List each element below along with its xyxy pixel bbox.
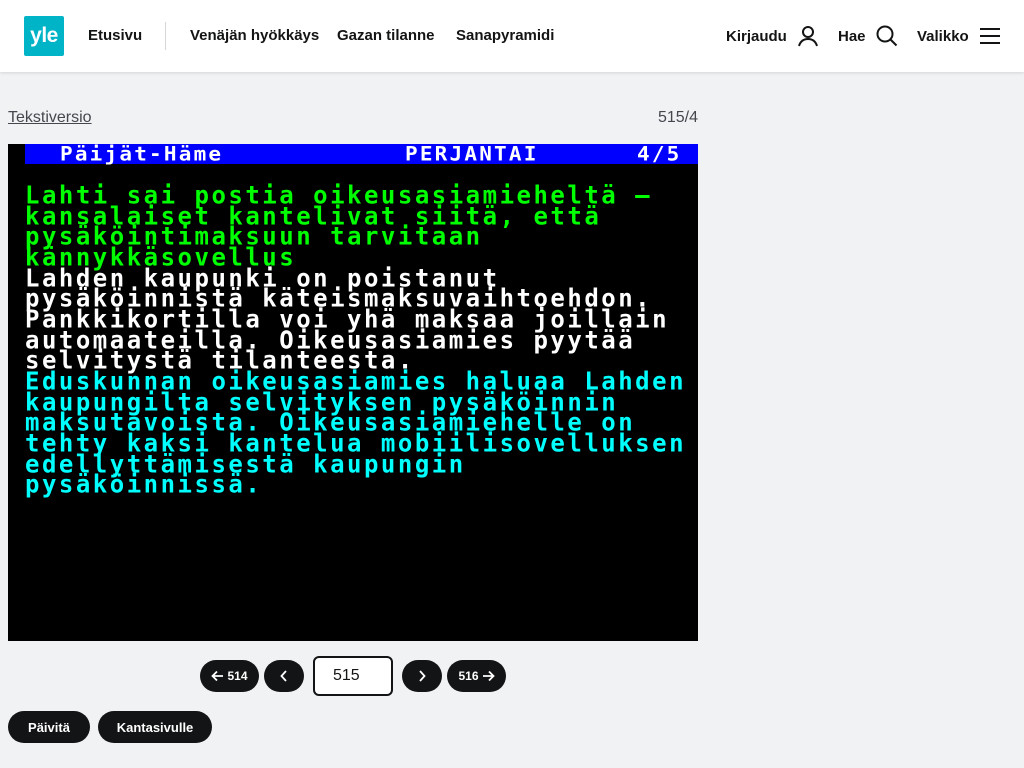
refresh-button[interactable]: Päivitä [8, 711, 90, 743]
page-id: 515/4 [657, 109, 698, 126]
prev-page-button[interactable]: 514 [200, 660, 259, 692]
menu-label: Valikko [917, 27, 969, 45]
search-icon [876, 25, 897, 47]
chevron-left-icon [280, 670, 287, 682]
teletext-day: PERJANTAI [405, 144, 539, 166]
arrow-right-icon [482, 670, 495, 682]
search-label: Hae [838, 27, 866, 45]
teletext-header-bar: Päijät-Häme PERJANTAI 4/5 [25, 144, 698, 164]
page-number-input[interactable] [313, 656, 393, 696]
next-page-button[interactable]: 516 [447, 660, 506, 692]
next-subpage-button[interactable] [402, 660, 442, 692]
nav-link-gazan-tilanne[interactable]: Gazan tilanne [337, 26, 435, 46]
home-page-button[interactable]: Kantasivulle [98, 711, 212, 743]
teletext-line: pysäköinnissä. [25, 469, 263, 499]
site-header: yle Etusivu Venäjän hyökkäys Gazan tilan… [0, 0, 1024, 72]
user-icon [797, 26, 818, 47]
teletext-subpage: 4/5 [637, 144, 682, 166]
chevron-right-icon [419, 670, 426, 682]
nav-divider [165, 22, 166, 50]
teletext-region: Päijät-Häme [60, 144, 224, 166]
nav-link-venajan-hyokkays[interactable]: Venäjän hyökkäys [190, 26, 319, 46]
login-label: Kirjaudu [726, 27, 787, 45]
nav-link-sanapyramidi[interactable]: Sanapyramidi [456, 26, 554, 46]
yle-logo[interactable]: yle [24, 16, 64, 56]
text-version-link[interactable]: Tekstiversio [8, 108, 92, 128]
login-button[interactable]: Kirjaudu [726, 22, 819, 50]
nav-link-etusivu[interactable]: Etusivu [88, 26, 142, 46]
prev-subpage-button[interactable] [264, 660, 304, 692]
next-page-label: 516 [458, 669, 479, 683]
menu-button[interactable]: Valikko [917, 22, 1001, 50]
hamburger-icon [979, 28, 1000, 44]
arrow-left-icon [211, 670, 224, 682]
teletext-screen: Päijät-Häme PERJANTAI 4/5 Lahti sai post… [8, 144, 698, 641]
prev-page-label: 514 [227, 669, 248, 683]
search-button[interactable]: Hae [838, 22, 898, 50]
